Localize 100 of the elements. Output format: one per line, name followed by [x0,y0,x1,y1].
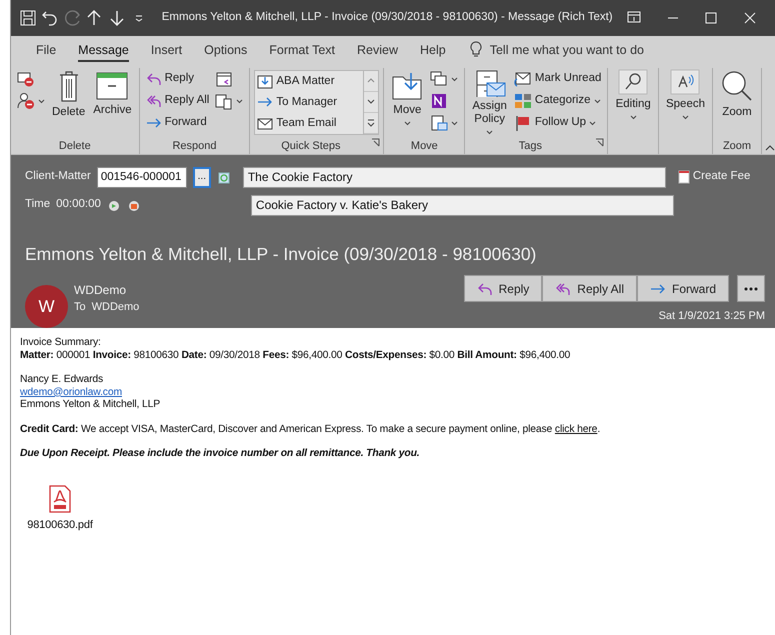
client-matter-field[interactable]: 001546-000001 [96,166,187,188]
menu-tab[interactable]: Review [346,38,410,62]
group-label: Delete [58,139,92,154]
menu-tab[interactable]: Insert [140,38,194,62]
email-link[interactable]: wdemo@orionlaw.com [20,386,122,398]
attachment-name[interactable]: 98100630.pdf [27,518,93,532]
ribbon-button[interactable]: Move [388,68,426,132]
ribbon-button[interactable]: Categorize [512,90,604,112]
ribbon-button[interactable]: To Manager [255,92,364,113]
more-icon [744,286,758,291]
caret-icon [682,114,689,120]
client-field[interactable]: The Cookie Factory [242,166,666,188]
scroll-up-icon[interactable] [366,77,376,85]
ribbon-button[interactable]: Archive [90,68,135,118]
payment-link[interactable]: click here [554,424,598,435]
caret-icon [404,120,411,126]
payment-notice: Due Upon Receipt. Please include the invoice number on all remittance. Thank you. [20,448,421,461]
field-label: Time [25,197,50,212]
ribbon-button[interactable]: Assign Policy [469,68,510,138]
to-label: To [74,300,86,316]
block-sender-icon [17,92,35,110]
ribbon-button[interactable]: Team Email [255,113,364,134]
calendar-reply-icon [215,70,234,88]
ribbon-button[interactable]: Speech [662,68,708,126]
pdf-file-icon[interactable] [49,484,71,513]
ribbon-button[interactable]: Follow Up [512,112,604,134]
caret-icon [38,98,45,104]
onenote-icon [430,93,448,109]
summary-title: Invoice Summary: [20,337,102,350]
save-icon[interactable] [19,9,38,27]
collapse-ribbon-icon[interactable] [765,144,775,151]
envelope-icon [257,116,274,130]
caret-icon [236,98,244,104]
speech-wave-icon [670,69,700,95]
ribbon-button[interactable]: Mark Unread [512,68,604,90]
more-button[interactable] [737,275,765,302]
timer-stop-icon[interactable] [126,198,141,212]
menu-tab[interactable]: File [25,38,68,62]
refresh-icon[interactable] [216,170,231,184]
message-subject: Emmons Yelton & Mitchell, LLP - Invoice (09/30/2018 - 98100630) [25,243,538,266]
action-button[interactable]: Forward [636,275,729,302]
matter-field[interactable]: Cookie Factory v. Katie's Bakery [250,194,674,216]
dialog-launcher-icon[interactable] [595,138,604,148]
devices-icon [215,92,234,110]
expand-gallery-icon[interactable] [366,119,376,127]
caret-icon [451,120,458,126]
menu-tab[interactable]: Help [409,38,457,62]
checkbox-icon[interactable] [678,170,690,184]
ribbon-button[interactable]: ABA Matter [255,71,364,92]
undo-icon[interactable] [41,9,60,27]
zoom-icon [720,69,754,103]
envelope-icon [514,71,532,87]
action-button[interactable]: Reply [464,275,542,302]
down-arrow-icon[interactable] [108,9,126,27]
flag-icon [514,115,532,131]
scroll-down-icon[interactable] [366,98,376,106]
menu-tab[interactable]: Message [67,38,140,62]
forward-arrow-icon [650,282,666,296]
actions-icon [430,115,448,131]
group-label: Quick Steps [280,139,342,154]
ribbon-button[interactable]: Zoom [717,68,757,120]
signature-name: Nancy E. Edwards [20,374,104,387]
group-label: Respond [171,139,218,154]
ribbon-button[interactable]: Reply [144,68,212,90]
avatar: W [25,285,68,328]
ribbon-button[interactable]: Reply All [144,90,212,112]
caret-icon [594,98,601,104]
message-date: Sat 1/9/2021 3:25 PM [658,309,765,324]
reply-all-icon [555,282,572,296]
credit-card-paragraph: Credit Card: We accept VISA, MasterCard, Discover and American Express. To make a secure payment online, please click here. [20,424,602,436]
menu-tab[interactable]: Format Text [258,38,346,62]
caret-icon [486,130,494,135]
action-button[interactable]: Reply All [542,275,637,302]
dialog-launcher-icon[interactable] [371,138,380,148]
ribbon-button[interactable]: Editing [612,68,654,126]
reply-arrow-icon [146,72,162,86]
reply-all-icon [146,94,162,108]
category-squares-icon [514,93,532,109]
rules-icon [430,71,448,87]
browse-button[interactable]: ... [192,166,211,188]
ignore-icon [17,71,35,87]
menu-tab[interactable]: Options [193,38,258,62]
recipient-name: WDDemo [92,300,140,316]
group-label: Tags [518,139,543,154]
reply-arrow-icon [476,282,493,296]
ribbon-button[interactable]: Delete [49,68,88,120]
group-label: Move [410,139,439,154]
summary-line: Matter: 000001 Invoice: 98100630 Date: 09/30/2018 Fees: $96,400.00 Costs/Expenses: $0.00 Bill Amount: $96,400.00 [20,350,572,362]
caret-icon [589,120,596,126]
timer-value: 00:00:00 [56,197,101,212]
field-label: Client-Matter [25,169,91,184]
ribbon-button[interactable]: Forward [144,112,212,134]
tell-me-field[interactable]: Tell me what you want to do [486,38,656,62]
group-label: Zoom [722,139,752,154]
icon-button[interactable] [15,90,47,112]
timer-start-icon[interactable] [106,198,121,212]
signature-firm: Emmons Yelton & Mitchell, LLP [20,399,162,412]
lightbulb-icon [468,41,483,59]
search-icon [618,69,648,95]
window-title: Emmons Yelton & Mitchell, LLP - Invoice (09/30/2018 - 98100630) - Message (Rich Text) [162,10,613,26]
